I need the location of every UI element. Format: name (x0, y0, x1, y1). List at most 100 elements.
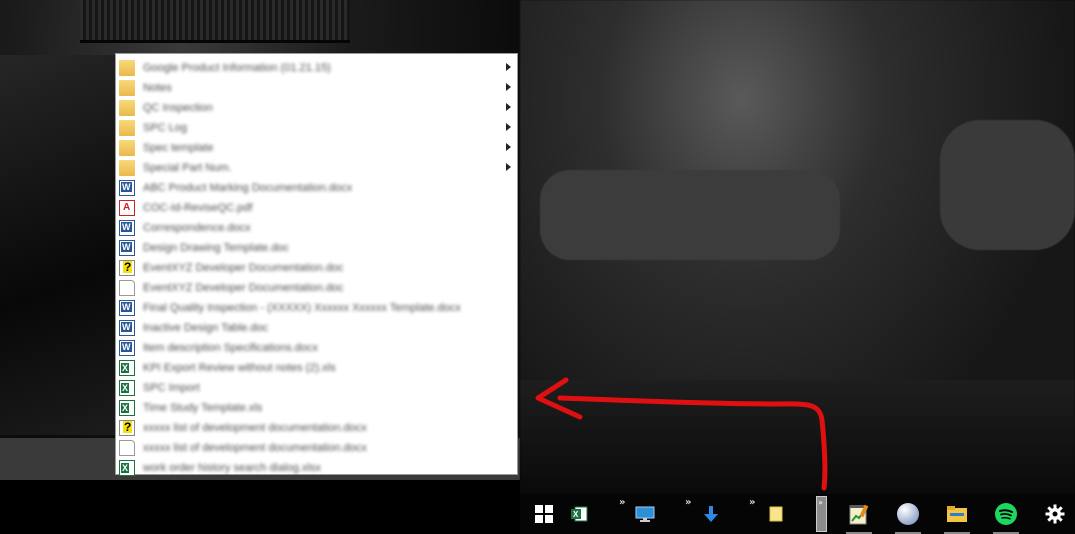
svg-text:X: X (573, 510, 579, 519)
file-explorer-icon (947, 506, 967, 522)
blank-file-icon (119, 440, 135, 456)
folder-icon (119, 120, 135, 136)
jump-list-file[interactable]: ABC Product Marking Documentation.docx (116, 178, 517, 198)
jump-list-item-label: Time Study Template.xls (143, 402, 263, 414)
word-document-icon (119, 320, 135, 336)
jump-list-file[interactable]: KPI Export Review without notes (2).xls (116, 358, 517, 378)
word-document-icon (119, 340, 135, 356)
wallpaper-shape (520, 380, 1075, 494)
jump-list-file[interactable]: Time Study Template.xls (116, 398, 517, 418)
submenu-arrow-icon (506, 63, 511, 71)
start-button[interactable] (528, 494, 560, 534)
jump-list-item-label: QC Inspection (143, 102, 213, 114)
jump-list-file[interactable]: EventXYZ Developer Documentation.doc (116, 278, 517, 298)
word-document-icon (119, 240, 135, 256)
folder-icon (119, 160, 135, 176)
taskbar-downloads-button[interactable] (696, 494, 726, 534)
jump-list-item-label: ABC Product Marking Documentation.docx (143, 182, 353, 194)
chevron-icon: » (619, 497, 626, 508)
settings-gear-icon (1045, 504, 1065, 524)
taskbar-desktop-button[interactable] (630, 494, 660, 534)
chevron-icon: » (685, 497, 692, 508)
word-document-icon (119, 220, 135, 236)
jump-list-file[interactable]: Correspondence.docx (116, 218, 517, 238)
word-document-icon (119, 180, 135, 196)
jump-list-item-label: SPC Import (143, 382, 200, 394)
jump-list-file[interactable]: Final Quality Inspection - (XXXXX) Xxxxx… (116, 298, 517, 318)
jump-list-folder[interactable]: Google Product Information (01.21.15) (116, 58, 517, 78)
word-document-icon (119, 300, 135, 316)
jump-list-item-label: xxxxx list of development documentation.… (143, 442, 367, 454)
wallpaper-car-shadow (0, 55, 120, 435)
jump-list-item-label: Spec template (143, 142, 214, 154)
jump-list-item-label: Correspondence.docx (143, 222, 251, 234)
jump-list-menu: Google Product Information (01.21.15) Not… (115, 53, 518, 478)
excel-document-icon (119, 460, 135, 476)
unknown-file-icon (119, 420, 135, 436)
jump-list-item-label: EventXYZ Developer Documentation.doc (143, 282, 344, 294)
taskbar-overflow-button[interactable]: » (816, 496, 827, 532)
jump-list-folder[interactable]: Special Part Num. (116, 158, 517, 178)
desktop-wallpaper-right (520, 0, 1075, 494)
globe-sphere-icon (897, 503, 919, 525)
submenu-arrow-icon (506, 103, 511, 111)
jump-list-item-label: Item description Specifications.docx (143, 342, 318, 354)
jump-list-file[interactable]: SPC Import (116, 378, 517, 398)
notepad-chart-icon (849, 504, 869, 525)
jump-list-file[interactable]: COC-Id-ReviseQC.pdf (116, 198, 517, 218)
jump-list-item-label: work order history search dialog.xlsx (143, 462, 321, 474)
download-arrow-icon (704, 506, 718, 522)
pdf-document-icon (119, 200, 135, 216)
jump-list-folder[interactable]: SPC Log (116, 118, 517, 138)
submenu-arrow-icon (506, 143, 511, 151)
submenu-arrow-icon (506, 83, 511, 91)
submenu-arrow-icon (506, 163, 511, 171)
excel-document-icon (119, 400, 135, 416)
wallpaper-shape (940, 120, 1075, 250)
chevron-icon: » (749, 497, 756, 508)
jump-list-file[interactable]: work order history search dialog.xlsx (116, 458, 517, 478)
jump-list-folder[interactable]: Spec template (116, 138, 517, 158)
jump-list-item-label: KPI Export Review without notes (2).xls (143, 362, 336, 374)
folder-icon (119, 100, 135, 116)
jump-list-file[interactable]: Inactive Design Table.doc (116, 318, 517, 338)
taskbar-file-explorer-button[interactable] (940, 494, 974, 534)
jump-list-item-label: COC-Id-ReviseQC.pdf (143, 202, 253, 214)
taskbar-notes-button[interactable] (761, 494, 791, 534)
jump-list-file[interactable]: Item description Specifications.docx (116, 338, 517, 358)
jump-list-file[interactable]: EventXYZ Developer Documentation.doc (116, 258, 517, 278)
taskbar-overflow-chevron-icon: » (818, 498, 823, 507)
desktop-monitor-icon (635, 506, 655, 522)
spotify-icon (995, 503, 1017, 525)
windows-logo-icon (535, 505, 553, 523)
taskbar-settings-button[interactable] (1038, 494, 1072, 534)
jump-list-item-label: xxxxx list of development documentation.… (143, 422, 367, 434)
blank-file-icon (119, 280, 135, 296)
jump-list-folder[interactable]: QC Inspection (116, 98, 517, 118)
jump-list-file[interactable]: xxxxx list of development documentation.… (116, 418, 517, 438)
taskbar-spotify-button[interactable] (989, 494, 1023, 534)
excel-icon: X (571, 506, 588, 522)
jump-list-item-label: Design Drawing Template.doc (143, 242, 289, 254)
taskbar-notepad-button[interactable] (842, 494, 876, 534)
taskbar: X » » » » (520, 494, 1075, 534)
wallpaper-grille (80, 0, 350, 43)
submenu-arrow-icon (506, 123, 511, 131)
jump-list-file[interactable]: xxxxx list of development documentation.… (116, 438, 517, 458)
jump-list-item-label: Final Quality Inspection - (XXXXX) Xxxxx… (143, 302, 461, 314)
taskbar-globe-button[interactable] (891, 494, 925, 534)
excel-document-icon (119, 380, 135, 396)
jump-list-item-label: Inactive Design Table.doc (143, 322, 269, 334)
jump-list-item-label: EventXYZ Developer Documentation.doc (143, 262, 344, 274)
jump-list-folder[interactable]: Notes (116, 78, 517, 98)
jump-list-file[interactable]: Design Drawing Template.doc (116, 238, 517, 258)
jump-list-item-label: Special Part Num. (143, 162, 232, 174)
jump-list-item-label: Notes (143, 82, 172, 94)
folder-icon (119, 60, 135, 76)
sticky-note-icon (769, 506, 783, 522)
taskbar-excel-button[interactable]: X (564, 494, 594, 534)
folder-icon (119, 140, 135, 156)
jump-list-item-label: Google Product Information (01.21.15) (143, 62, 331, 74)
unknown-file-icon (119, 260, 135, 276)
jump-list-item-label: SPC Log (143, 122, 188, 134)
